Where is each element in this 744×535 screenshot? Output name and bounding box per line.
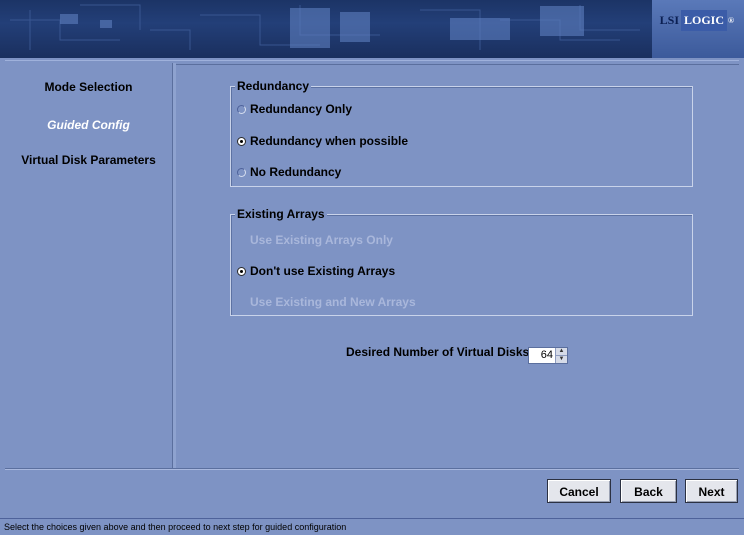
radio-disabled-icon bbox=[237, 298, 246, 307]
radio-label: Don't use Existing Arrays bbox=[250, 264, 396, 278]
lsi-logic-logo: LSI LOGIC ® bbox=[656, 6, 738, 34]
radio-label: Use Existing and New Arrays bbox=[250, 295, 416, 309]
radio-label: Redundancy Only bbox=[250, 102, 353, 116]
radio-checked-icon bbox=[237, 136, 246, 146]
radio-disabled-icon bbox=[237, 236, 246, 245]
spinner-down-icon[interactable]: ▼ bbox=[556, 356, 567, 363]
radio-dont-use-existing-arrays[interactable]: Don't use Existing Arrays bbox=[237, 264, 395, 278]
next-button[interactable]: Next bbox=[685, 479, 738, 503]
radio-redundancy-only[interactable]: Redundancy Only bbox=[237, 102, 352, 116]
virtual-disks-label: Desired Number of Virtual Disks : bbox=[346, 345, 537, 359]
cancel-button[interactable]: Cancel bbox=[547, 479, 611, 503]
existing-arrays-group-title: Existing Arrays bbox=[235, 207, 327, 221]
status-bar: Select the choices given above and then … bbox=[0, 518, 744, 535]
sidebar-item-virtual-disk-parameters: Virtual Disk Parameters bbox=[21, 153, 156, 167]
radio-label: No Redundancy bbox=[250, 165, 342, 179]
radio-label: Use Existing Arrays Only bbox=[250, 233, 393, 247]
radio-redundancy-when-possible[interactable]: Redundancy when possible bbox=[237, 134, 408, 148]
radio-checked-icon bbox=[237, 266, 246, 276]
spinner-up-icon[interactable]: ▲ bbox=[556, 348, 567, 356]
radio-no-redundancy[interactable]: No Redundancy bbox=[237, 165, 341, 179]
radio-label: Redundancy when possible bbox=[250, 134, 409, 148]
circuit-board-decoration bbox=[10, 4, 640, 50]
sidebar-item-mode-selection: Mode Selection bbox=[44, 80, 133, 94]
radio-unchecked-icon bbox=[237, 104, 246, 114]
back-button[interactable]: Back bbox=[620, 479, 677, 503]
virtual-disks-value[interactable]: 64 bbox=[529, 348, 555, 363]
radio-use-existing-arrays-only: Use Existing Arrays Only bbox=[237, 233, 393, 247]
sidebar-item-guided-config: Guided Config bbox=[47, 118, 130, 132]
virtual-disks-spinner[interactable]: 64 ▲ ▼ bbox=[528, 347, 568, 364]
radio-use-existing-and-new-arrays: Use Existing and New Arrays bbox=[237, 295, 416, 309]
panel-divider bbox=[172, 63, 176, 468]
radio-unchecked-icon bbox=[237, 167, 246, 177]
redundancy-group-title: Redundancy bbox=[235, 79, 312, 93]
header-banner: LSI LOGIC ® bbox=[0, 0, 744, 58]
